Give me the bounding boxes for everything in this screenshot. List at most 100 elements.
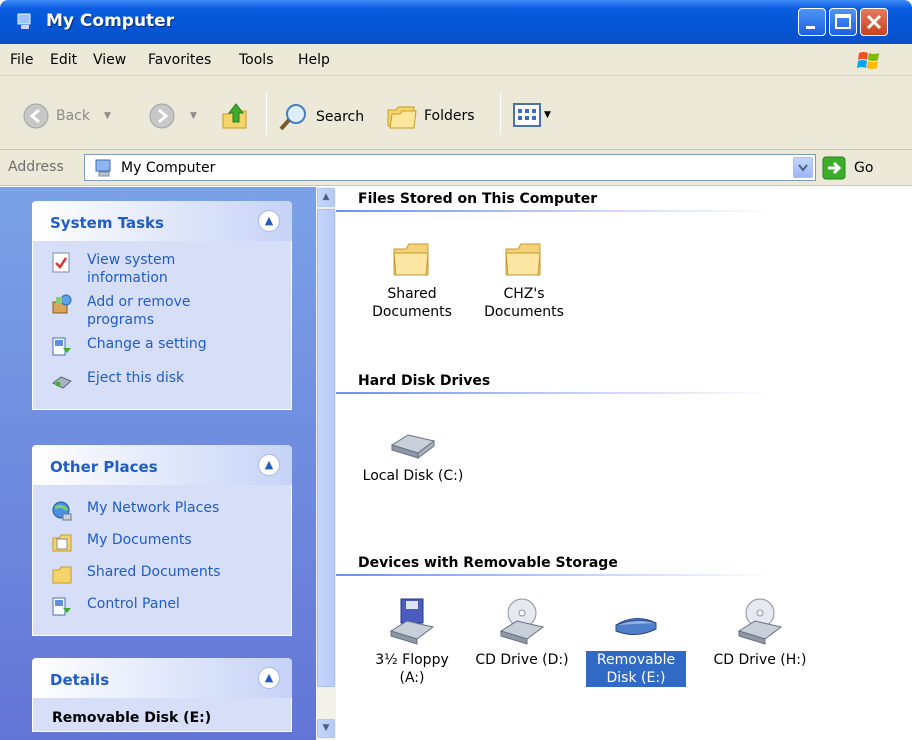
system-info-icon <box>52 252 70 273</box>
chevron-down-icon <box>798 164 808 172</box>
views-dropdown-icon[interactable]: ▼ <box>544 110 551 120</box>
menu-view[interactable]: View <box>93 52 126 68</box>
details-title: Details <box>50 671 110 689</box>
views-button[interactable]: ▼ <box>512 102 551 128</box>
content-area: Files Stored on This Computer Shared Doc… <box>336 187 912 740</box>
task-pane: System Tasks ▲ View system information A… <box>0 187 316 740</box>
group-divider <box>336 210 776 212</box>
forward-dropdown-icon[interactable]: ▼ <box>190 111 197 121</box>
task-label: Change a setting <box>87 336 207 352</box>
standard-toolbar: Back ▼ ▼ Search Folders ▼ <box>0 76 912 150</box>
my-documents-icon <box>52 534 72 552</box>
up-folder-icon <box>222 103 247 129</box>
task-pane-scrollbar[interactable]: ▲ ▼ <box>316 187 336 740</box>
address-label: Address <box>8 159 64 175</box>
other-places-title: Other Places <box>50 458 158 476</box>
control-panel-icon <box>52 337 71 356</box>
item-label: CD Drive (D:) <box>475 652 569 668</box>
search-label: Search <box>316 109 365 125</box>
address-bar: Address My Computer Go <box>0 150 912 186</box>
item-cd-drive-h[interactable]: CD Drive (H:) <box>696 597 824 669</box>
place-control-panel[interactable]: Control Panel <box>33 595 291 623</box>
address-input[interactable]: My Computer <box>84 154 816 181</box>
item-shared-documents[interactable]: Shared Documents <box>362 239 462 321</box>
go-button[interactable]: Go <box>822 156 873 180</box>
place-label: Control Panel <box>87 596 180 612</box>
network-places-icon <box>52 501 72 521</box>
folders-button[interactable]: Folders <box>386 102 475 130</box>
cd-drive-icon <box>737 598 783 645</box>
cd-drive-icon <box>499 598 545 645</box>
other-places-header[interactable]: Other Places ▲ <box>32 445 292 485</box>
folder-icon <box>52 566 72 584</box>
place-shared-documents[interactable]: Shared Documents <box>33 563 291 591</box>
scroll-down-button[interactable]: ▼ <box>317 719 335 738</box>
collapse-icon[interactable]: ▲ <box>258 667 280 689</box>
place-my-network-places[interactable]: My Network Places <box>33 499 291 527</box>
place-label: My Documents <box>87 532 192 548</box>
go-arrow-icon <box>822 156 846 180</box>
details-panel: Details ▲ Removable Disk (E:) <box>32 658 292 732</box>
menu-tools[interactable]: Tools <box>239 52 274 68</box>
forward-button[interactable]: ▼ <box>148 102 197 130</box>
group-divider <box>336 392 776 394</box>
scroll-thumb[interactable] <box>317 209 335 687</box>
views-grid-icon <box>513 103 541 127</box>
close-button[interactable] <box>860 8 888 36</box>
my-computer-icon <box>95 159 111 177</box>
item-label: CD Drive (H:) <box>713 652 807 668</box>
forward-arrow-icon <box>149 103 175 129</box>
item-cd-drive-d[interactable]: CD Drive (D:) <box>472 597 572 669</box>
task-view-system-information[interactable]: View system information <box>33 251 213 287</box>
menu-file[interactable]: File <box>10 52 33 68</box>
place-my-documents[interactable]: My Documents <box>33 531 291 559</box>
item-chz-documents[interactable]: CHZ's Documents <box>474 239 574 321</box>
maximize-button[interactable] <box>829 8 857 36</box>
item-removable-disk-e[interactable]: Removable Disk (E:) <box>586 597 686 687</box>
item-label: CHZ's Documents <box>484 286 564 320</box>
item-label: Removable Disk (E:) <box>586 651 686 687</box>
system-tasks-header[interactable]: System Tasks ▲ <box>32 201 292 241</box>
task-label: Eject this disk <box>87 370 185 386</box>
task-change-setting[interactable]: Change a setting <box>33 335 291 363</box>
item-local-disk-c[interactable]: Local Disk (C:) <box>348 425 478 485</box>
details-item-name: Removable Disk (E:) <box>52 710 212 726</box>
windows-logo-icon <box>857 52 879 69</box>
task-add-remove-programs[interactable]: Add or remove programs <box>33 293 213 329</box>
toolbar-separator <box>266 92 267 134</box>
eject-disk-icon <box>52 376 72 389</box>
up-button[interactable] <box>220 100 250 132</box>
menu-edit[interactable]: Edit <box>50 52 77 68</box>
toolbar-separator <box>500 92 501 134</box>
search-icon <box>279 104 306 131</box>
search-button[interactable]: Search <box>278 102 364 132</box>
folder-icon <box>393 243 429 276</box>
item-floppy-a[interactable]: 3½ Floppy (A:) <box>362 597 462 687</box>
control-panel-icon <box>52 597 71 616</box>
add-remove-programs-icon <box>52 294 72 314</box>
minimize-button[interactable] <box>798 8 826 36</box>
minimize-icon <box>806 26 815 29</box>
details-header[interactable]: Details ▲ <box>32 658 292 698</box>
hard-disk-icon <box>390 434 436 459</box>
system-tasks-body: View system information Add or remove pr… <box>32 241 292 410</box>
scroll-up-button[interactable]: ▲ <box>317 188 335 207</box>
go-label: Go <box>854 160 874 176</box>
other-places-panel: Other Places ▲ My Network Places My Docu… <box>32 445 292 636</box>
menu-help[interactable]: Help <box>298 52 330 68</box>
place-label: Shared Documents <box>87 564 221 580</box>
collapse-icon[interactable]: ▲ <box>258 454 280 476</box>
place-label: My Network Places <box>87 500 220 516</box>
other-places-body: My Network Places My Documents Shared Do… <box>32 485 292 636</box>
item-label: 3½ Floppy (A:) <box>375 652 449 686</box>
back-label: Back <box>56 108 90 124</box>
address-dropdown-button[interactable] <box>793 157 813 178</box>
system-tasks-panel: System Tasks ▲ View system information A… <box>32 201 292 410</box>
back-dropdown-icon[interactable]: ▼ <box>104 111 111 121</box>
task-eject-disk[interactable]: Eject this disk <box>33 369 291 397</box>
back-button[interactable]: Back ▼ <box>22 102 111 130</box>
group-header-removable: Devices with Removable Storage <box>358 555 618 571</box>
menu-bar: File Edit View Favorites Tools Help <box>0 44 912 76</box>
menu-favorites[interactable]: Favorites <box>148 52 211 68</box>
collapse-icon[interactable]: ▲ <box>258 210 280 232</box>
